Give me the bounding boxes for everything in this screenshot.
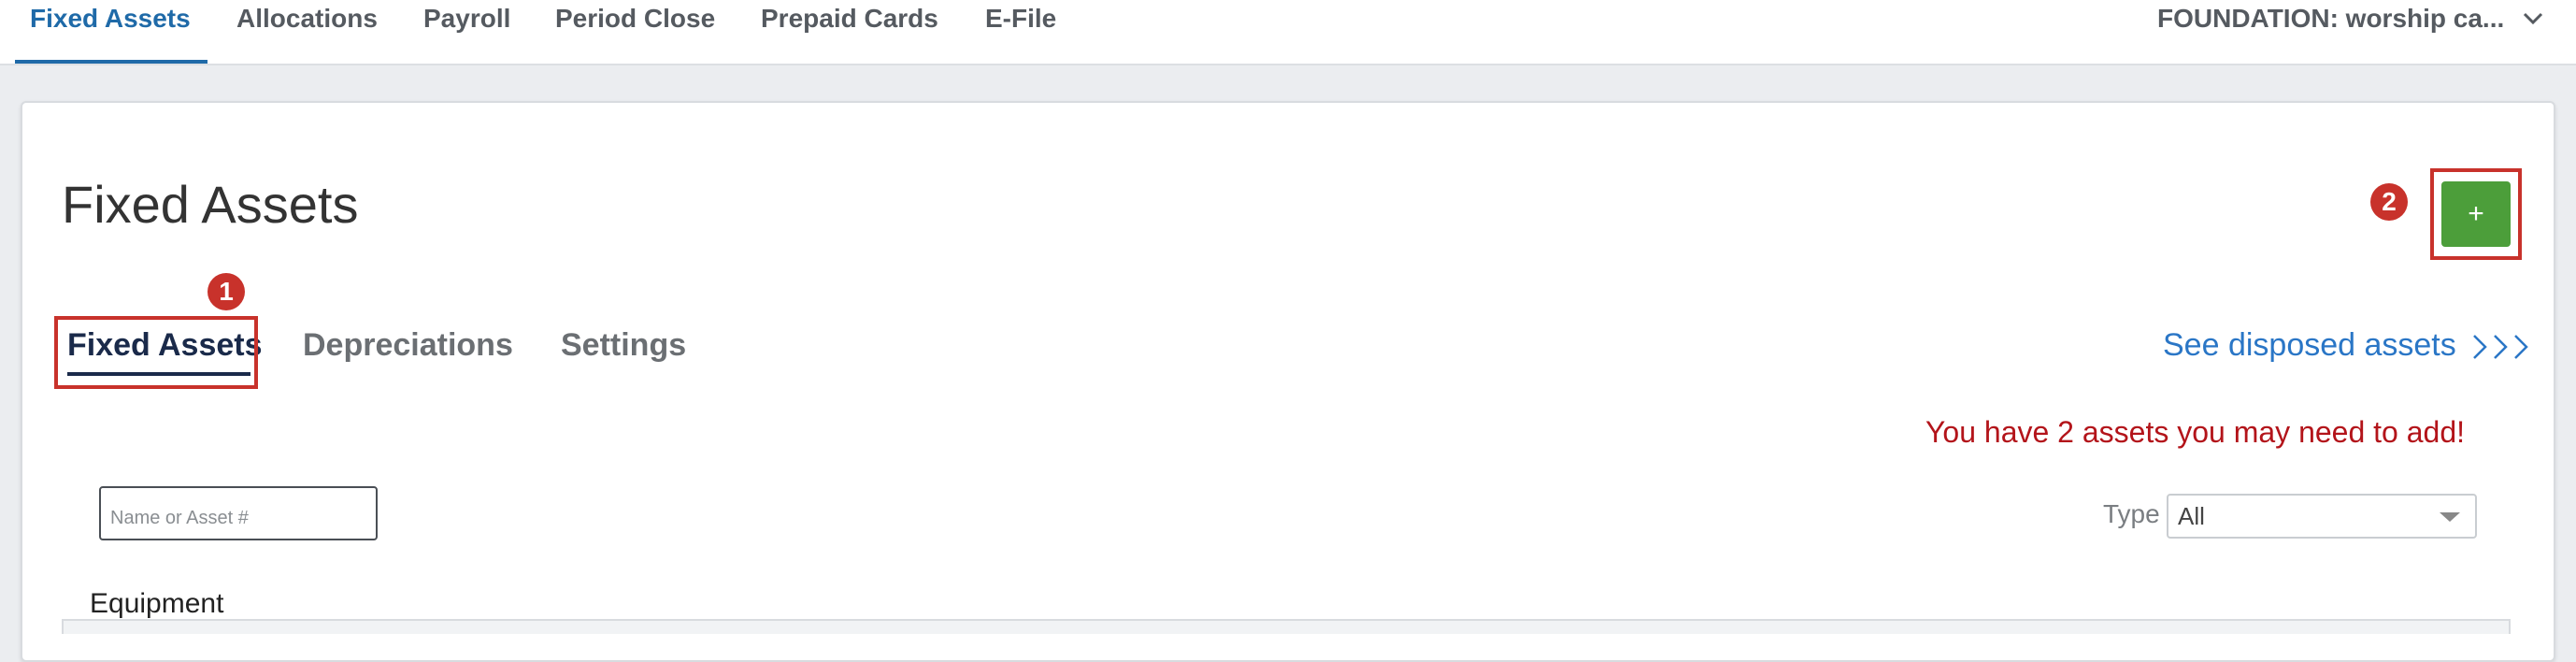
chevron-down-icon [2523, 12, 2543, 25]
annotation-badge-1: 1 [208, 273, 245, 310]
see-disposed-assets-link[interactable]: See disposed assets [2163, 324, 2532, 367]
caret-down-icon [2440, 512, 2460, 522]
see-disposed-assets-label: See disposed assets [2163, 327, 2456, 363]
add-asset-button[interactable]: + [2441, 181, 2511, 247]
organization-selector[interactable]: FOUNDATION: worship ca... [2157, 0, 2543, 37]
annotation-badge-2: 2 [2370, 183, 2408, 221]
nav-tab-prepaid-cards[interactable]: Prepaid Cards [761, 0, 938, 64]
nav-tab-allocations[interactable]: Allocations [236, 0, 378, 64]
page-title: Fixed Assets [62, 175, 359, 234]
chevrons-right-icon [2473, 335, 2528, 359]
nav-tab-period-close[interactable]: Period Close [555, 0, 715, 64]
nav-tab-payroll[interactable]: Payroll [423, 0, 510, 64]
assets-notice: You have 2 assets you may need to add! [1925, 415, 2465, 449]
subtab-depreciations[interactable]: Depreciations [303, 324, 513, 367]
subtab-settings[interactable]: Settings [561, 324, 686, 367]
annotation-highlight-subtab [54, 316, 258, 389]
active-tab-indicator [15, 60, 208, 64]
fixed-assets-card [21, 101, 2555, 662]
equipment-table [62, 619, 2511, 634]
nav-tab-fixed-assets[interactable]: Fixed Assets [30, 0, 191, 64]
top-navigation: Fixed Assets Allocations Payroll Period … [0, 0, 2576, 65]
type-filter-select[interactable]: All [2167, 494, 2477, 539]
section-heading-equipment: Equipment [90, 588, 224, 619]
type-filter-value: All [2178, 502, 2205, 530]
asset-search-input[interactable] [99, 486, 378, 540]
type-filter-label: Type [2103, 499, 2160, 528]
nav-tab-e-file[interactable]: E-File [985, 0, 1056, 64]
organization-selector-label: FOUNDATION: worship ca... [2157, 4, 2505, 33]
